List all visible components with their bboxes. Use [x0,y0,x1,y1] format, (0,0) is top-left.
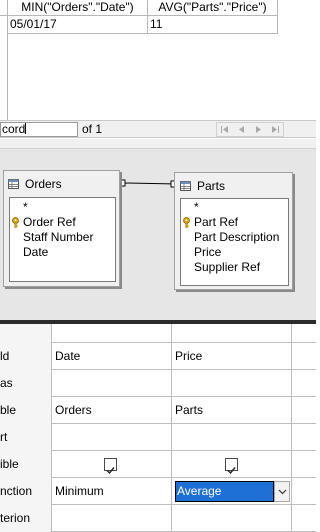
criteria-corner [0,324,52,343]
key-icon [183,217,190,228]
pane-splitter[interactable] [0,139,316,148]
criteria-row-visible: ible [0,451,316,478]
field-item[interactable]: * [181,200,288,215]
field-item[interactable]: * [10,200,115,215]
field-label: * [23,200,28,214]
criteria-row-sort: rt [0,424,316,451]
table-title[interactable]: Parts [180,177,225,195]
row-label: terion [0,505,52,532]
sort-cell[interactable] [172,424,292,451]
table-icon [8,179,19,189]
column-header[interactable] [52,324,172,343]
field-item[interactable]: Price [181,245,288,260]
row-label: ible [0,451,52,478]
field-label: Price [194,245,222,259]
visible-cell [52,451,172,478]
record-count: of 1 [82,122,103,136]
criterion-cell[interactable] [172,505,292,532]
field-label: Order Ref [23,215,76,229]
record-navigation-bar: cord of 1 [0,120,316,138]
visible-checkbox[interactable] [104,458,117,475]
record-cursor [25,123,27,134]
function-cell[interactable] [292,478,316,505]
key-icon [12,217,19,228]
result-column-header[interactable]: MIN("Orders"."Date") [8,0,148,16]
query-result-grid: MIN("Orders"."Date") AVG("Parts"."Price"… [0,0,316,120]
criteria-row-alias: as [0,370,316,397]
table-window-orders[interactable]: Orders * Order Ref Staff Number Date [3,170,120,287]
criterion-cell[interactable] [292,505,316,532]
row-label: as [0,370,52,397]
field-label: Supplier Ref [194,260,261,274]
column-header[interactable] [292,324,316,343]
table-name: Orders [25,177,62,191]
table-window-parts[interactable]: Parts * Part Ref Part Description Price … [174,172,293,290]
alias-cell[interactable] [172,370,292,397]
field-cell[interactable]: Price [172,343,292,370]
criteria-row-field: ld Date Price [0,343,316,370]
result-cell[interactable]: 11 [148,16,278,34]
field-item[interactable]: Order Ref [10,215,115,230]
table-cell[interactable]: Orders [52,397,172,424]
field-label: * [194,200,199,214]
row-label: ld [0,343,52,370]
criteria-row-function: nction Minimum Average [0,478,316,505]
criteria-row-criterion: terion [0,505,316,532]
field-item[interactable]: Part Ref [181,215,288,230]
table-name: Parts [197,179,226,193]
grid-corner [0,0,8,16]
row-header[interactable] [0,16,8,120]
previous-record-icon[interactable] [234,123,251,136]
field-list[interactable]: * Part Ref Part Description Price Suppli… [180,198,289,286]
criteria-row-table: ble Orders Parts [0,397,316,424]
field-label: Part Description [194,230,280,244]
chevron-down-icon [278,489,286,494]
visible-checkbox[interactable] [225,458,238,475]
first-record-icon[interactable] [217,123,234,136]
alias-cell[interactable] [292,370,316,397]
table-design-area: Orders * Order Ref Staff Number Date Par… [0,148,316,320]
alias-cell[interactable] [52,370,172,397]
field-cell[interactable]: Date [52,343,172,370]
record-label: cord [0,122,78,137]
field-label: Staff Number [23,230,94,244]
result-cell[interactable]: 05/01/17 [8,16,148,34]
last-record-icon[interactable] [267,123,284,136]
row-label: rt [0,424,52,451]
sort-cell[interactable] [292,424,316,451]
criteria-header-row [0,324,316,343]
record-nav-buttons [216,122,284,137]
table-cell[interactable]: Parts [172,397,292,424]
field-item[interactable]: Part Description [181,230,288,245]
field-list[interactable]: * Order Ref Staff Number Date [9,197,116,282]
visible-cell[interactable] [292,451,316,478]
column-header[interactable] [172,324,292,343]
criterion-cell[interactable] [52,505,172,532]
function-dropdown-button[interactable] [274,481,290,502]
visible-cell [172,451,292,478]
query-criteria-grid: ld Date Price as ble Orders Parts rt ibl… [0,324,316,532]
row-label: ble [0,397,52,424]
result-column-header[interactable]: AVG("Parts"."Price") [148,0,278,16]
row-label: nction [0,478,52,505]
function-cell[interactable]: Minimum [52,478,172,505]
field-item[interactable]: Staff Number [10,230,115,245]
field-item[interactable]: Date [10,245,115,260]
field-cell[interactable] [292,343,316,370]
sort-cell[interactable] [52,424,172,451]
function-select[interactable]: Average [175,481,274,502]
checkmark-icon [227,467,236,475]
record-label-text: cord [2,122,26,136]
field-item[interactable]: Supplier Ref [181,260,288,275]
checkmark-icon [106,467,115,475]
next-record-icon[interactable] [250,123,267,136]
field-label: Part Ref [194,215,239,229]
field-label: Date [23,245,49,259]
table-cell[interactable] [292,397,316,424]
table-title[interactable]: Orders [8,175,62,193]
table-icon [180,181,191,191]
